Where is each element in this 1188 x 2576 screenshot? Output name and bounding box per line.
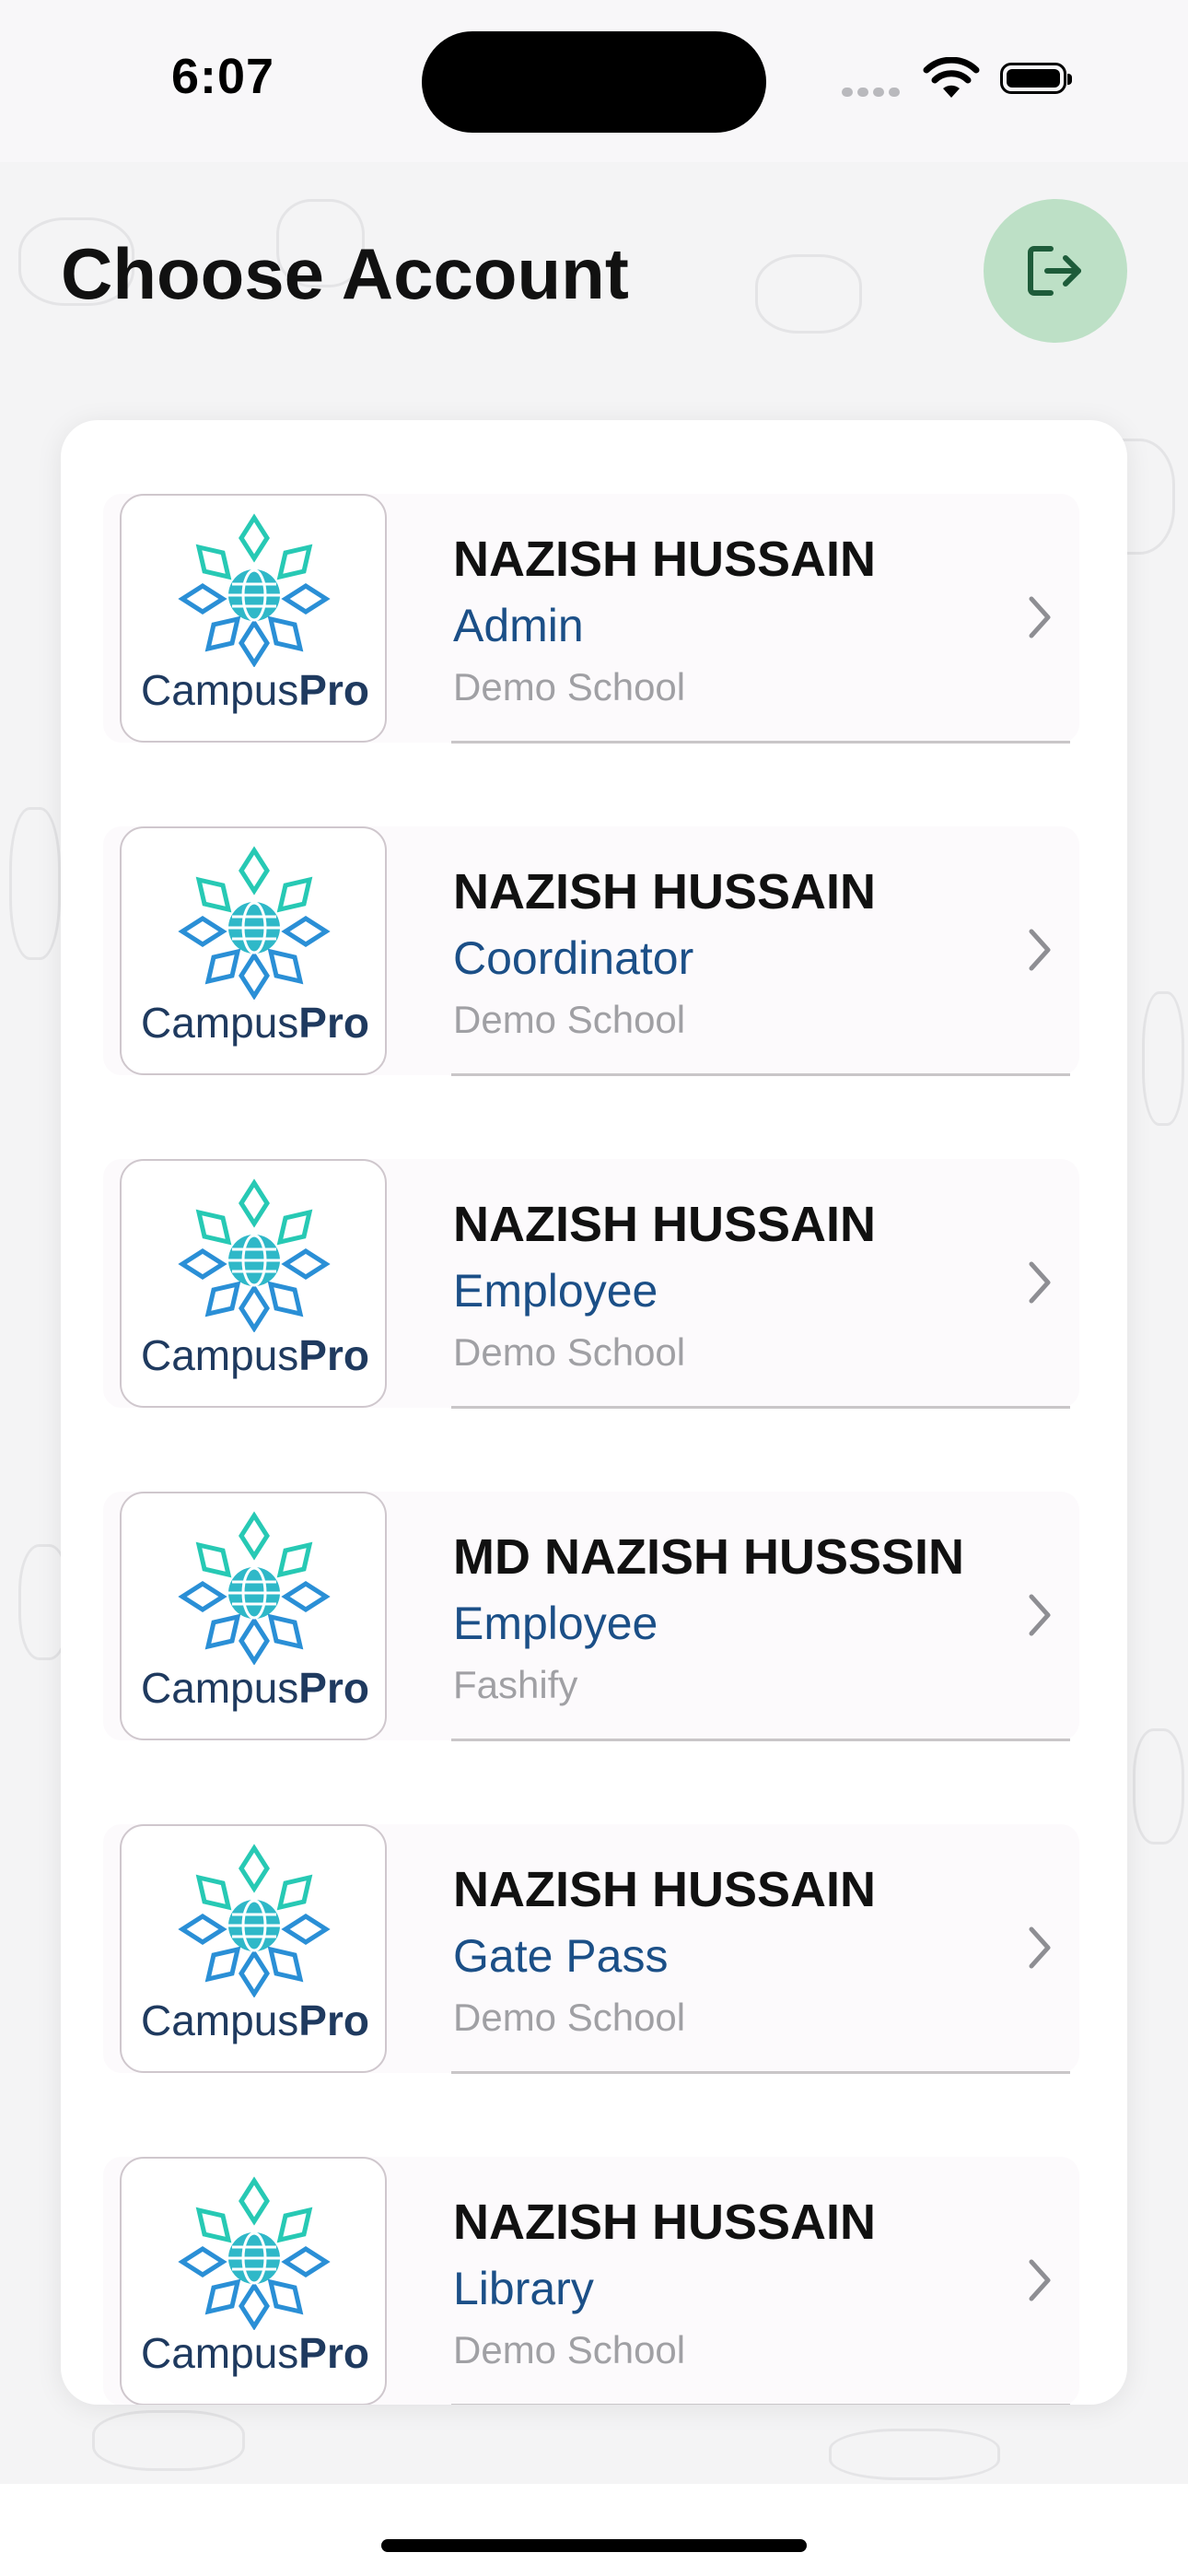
account-name: NAZISH HUSSAIN (453, 1197, 877, 1252)
account-role: Gate Pass (453, 1930, 669, 1982)
row-divider (451, 2071, 1070, 2074)
account-row[interactable]: CampusPro NAZISH HUSSAIN Employee Demo S… (103, 1159, 1127, 1409)
status-bar: 6:07 (0, 0, 1188, 162)
logout-icon (1028, 246, 1081, 296)
campuspro-logo-icon (178, 1511, 331, 1665)
status-time: 6:07 (171, 49, 275, 104)
school-logo: CampusPro (120, 1159, 387, 1408)
chevron-right-icon (1029, 1261, 1051, 1304)
chevron-right-icon (1029, 596, 1051, 638)
logo-prefix: Campus (141, 2329, 299, 2377)
logo-suffix: Pro (298, 1996, 369, 2044)
logo-prefix: Campus (141, 1996, 299, 2044)
home-indicator[interactable] (381, 2539, 807, 2552)
account-role: Library (453, 2263, 594, 2314)
campuspro-logo-icon (178, 846, 331, 1000)
row-divider (451, 1406, 1070, 1409)
school-logo: CampusPro (120, 826, 387, 1075)
account-role: Coordinator (453, 932, 694, 984)
account-row[interactable]: CampusPro NAZISH HUSSAIN Gate Pass Demo … (103, 1824, 1127, 2074)
logo-prefix: Campus (141, 666, 299, 714)
logo-suffix: Pro (298, 999, 369, 1047)
account-school: Demo School (453, 2328, 686, 2371)
signal-icon (842, 85, 904, 101)
account-school: Demo School (453, 1330, 686, 1374)
campuspro-logo-icon (178, 1844, 331, 1997)
chevron-right-icon (1029, 1594, 1051, 1636)
account-role: Admin (453, 600, 584, 651)
logo-wordmark: CampusPro (122, 1996, 389, 2045)
accounts-card: CampusPro NAZISH HUSSAIN Admin Demo Scho… (61, 420, 1127, 2405)
campuspro-logo-icon (178, 1178, 331, 1332)
logo-wordmark: CampusPro (122, 2328, 389, 2378)
account-school: Demo School (453, 998, 686, 1041)
wifi-icon (923, 57, 980, 98)
school-logo: CampusPro (120, 2157, 387, 2405)
campuspro-logo-icon (178, 2176, 331, 2330)
logo-prefix: Campus (141, 1331, 299, 1379)
logo-wordmark: CampusPro (122, 1663, 389, 1713)
school-logo: CampusPro (120, 1824, 387, 2073)
logo-prefix: Campus (141, 999, 299, 1047)
school-logo: CampusPro (120, 494, 387, 743)
logo-suffix: Pro (298, 666, 369, 714)
account-school: Demo School (453, 1996, 686, 2039)
logo-suffix: Pro (298, 2329, 369, 2377)
account-role: Employee (453, 1265, 658, 1317)
row-divider (451, 1073, 1070, 1076)
account-name: NAZISH HUSSAIN (453, 864, 877, 919)
logo-suffix: Pro (298, 1664, 369, 1712)
chevron-right-icon (1029, 929, 1051, 971)
account-row[interactable]: CampusPro NAZISH HUSSAIN Admin Demo Scho… (103, 494, 1127, 744)
account-row[interactable]: CampusPro NAZISH HUSSAIN Coordinator Dem… (103, 826, 1127, 1076)
page-title: Choose Account (61, 233, 629, 314)
logo-wordmark: CampusPro (122, 665, 389, 715)
account-name: NAZISH HUSSAIN (453, 1862, 877, 1917)
account-name: MD NAZISH HUSSSIN (453, 1529, 965, 1585)
row-divider (451, 1739, 1070, 1741)
account-school: Fashify (453, 1663, 578, 1706)
account-name: NAZISH HUSSAIN (453, 2195, 877, 2250)
school-logo: CampusPro (120, 1492, 387, 1740)
account-school: Demo School (453, 665, 686, 708)
dynamic-island (422, 31, 766, 133)
campuspro-logo-icon (178, 513, 331, 667)
row-divider (451, 741, 1070, 744)
row-divider (451, 2404, 1070, 2405)
logout-button[interactable] (984, 199, 1127, 343)
battery-icon (1000, 63, 1072, 94)
logo-wordmark: CampusPro (122, 998, 389, 1048)
logo-suffix: Pro (298, 1331, 369, 1379)
logo-wordmark: CampusPro (122, 1330, 389, 1380)
account-row[interactable]: CampusPro NAZISH HUSSAIN Library Demo Sc… (103, 2157, 1127, 2405)
account-name: NAZISH HUSSAIN (453, 532, 877, 587)
account-row[interactable]: CampusPro MD NAZISH HUSSSIN Employee Fas… (103, 1492, 1127, 1741)
chevron-right-icon (1029, 1926, 1051, 1969)
account-role: Employee (453, 1598, 658, 1649)
chevron-right-icon (1029, 2259, 1051, 2301)
logo-prefix: Campus (141, 1664, 299, 1712)
